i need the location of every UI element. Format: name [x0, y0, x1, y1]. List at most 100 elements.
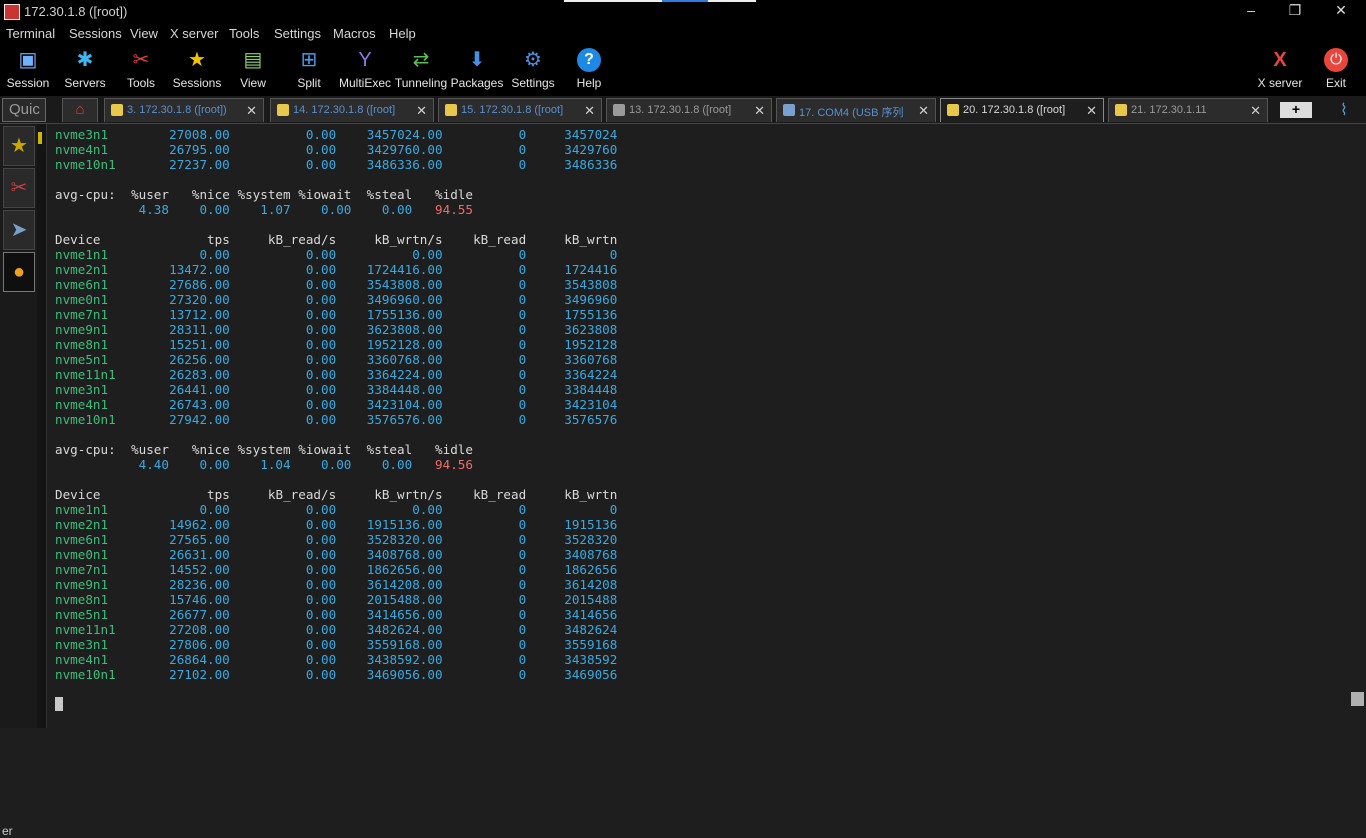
terminal-cell: 0.00 [305, 262, 337, 277]
sessions-button[interactable]: ★ Sessions [169, 44, 225, 96]
terminal-cell: nvme6n1 [55, 277, 109, 292]
sidebar-sessions-button[interactable]: ★ [3, 126, 35, 166]
terminal-cell: nvme5n1 [55, 607, 109, 622]
tab-close-button[interactable]: ✕ [1250, 103, 1261, 119]
terminal-cell: 0 [518, 667, 527, 682]
tab-session-20[interactable]: 20. 172.30.1.8 ([root] ✕ [940, 98, 1104, 122]
activity-progress-bar [564, 0, 756, 2]
tab-session-15[interactable]: 15. 172.30.1.8 ([root] ✕ [438, 98, 602, 122]
device-stat-row: nvme11n1 27208.00 0.00 3482624.00 0 3482624 [55, 622, 617, 637]
terminal-tab-icon [613, 104, 625, 116]
tunneling-icon: ⇄ [412, 49, 430, 71]
terminal-cell: 3559168 [564, 637, 618, 652]
tab-label: 14. 172.30.1.8 ([root] [293, 104, 396, 116]
tunneling-button[interactable]: ⇄ Tunneling [393, 44, 449, 96]
terminal-cell: %idle [435, 442, 473, 457]
tab-close-button[interactable]: ✕ [246, 103, 257, 119]
terminal-cell: kB_read [473, 487, 527, 502]
new-tab-button[interactable]: + [1280, 102, 1312, 118]
device-stat-row: nvme5n1 26256.00 0.00 3360768.00 0 3360768 [55, 352, 617, 367]
quick-connect-input[interactable]: Quic [2, 98, 46, 122]
terminal-cell: 3384448.00 [366, 382, 443, 397]
terminal-cell: nvme9n1 [55, 577, 109, 592]
xserver-button[interactable]: X X server [1252, 44, 1308, 96]
menu-view[interactable]: View [130, 26, 158, 41]
terminal-cell: 0 [518, 397, 527, 412]
menu-settings[interactable]: Settings [274, 26, 321, 41]
terminal-cell: 0.00 [381, 457, 413, 472]
tools-button[interactable]: ✂ Tools [113, 44, 169, 96]
terminal-cell: nvme3n1 [55, 382, 109, 397]
vertical-scrollbar[interactable] [1350, 124, 1366, 728]
device-stat-row: nvme9n1 28236.00 0.00 3614208.00 0 3614208 [55, 577, 617, 592]
terminal-cell: 0 [518, 292, 527, 307]
terminal-cell: 27320.00 [169, 292, 230, 307]
terminal-cell: 0.00 [305, 127, 337, 142]
view-button[interactable]: ▤ View [225, 44, 281, 96]
terminal-output[interactable]: nvme3n1 27008.00 0.00 3457024.00 0 3457024 nvm… [48, 124, 1348, 728]
terminal-cell: %steal [366, 187, 413, 202]
tab-close-button[interactable]: ✕ [918, 103, 929, 119]
terminal-cell: nvme2n1 [55, 517, 109, 532]
terminal-cell: nvme10n1 [55, 412, 116, 427]
close-window-button[interactable]: ✕ [1326, 2, 1356, 22]
menu-xserver[interactable]: X server [170, 26, 218, 41]
terminal-cell: 0.00 [305, 622, 337, 637]
terminal-cell: 0 [518, 592, 527, 607]
device-stat-row: nvme3n1 27008.00 0.00 3457024.00 0 3457024 [55, 127, 617, 142]
tab-close-button[interactable]: ✕ [1086, 103, 1097, 119]
terminal-cell: 0.00 [412, 247, 443, 262]
scrollbar-thumb[interactable] [1351, 692, 1364, 706]
terminal-cell: nvme1n1 [55, 247, 109, 262]
session-button[interactable]: ▣ Session [0, 44, 56, 96]
menu-terminal[interactable]: Terminal [6, 26, 55, 41]
tab-session-21[interactable]: 21. 172.30.1.11 ✕ [1108, 98, 1268, 122]
terminal-cell: nvme11n1 [55, 367, 116, 382]
menu-help[interactable]: Help [389, 26, 416, 41]
terminal-cell: 27008.00 [169, 127, 230, 142]
tab-close-button[interactable]: ✕ [416, 103, 427, 119]
split-icon: ⊞ [300, 49, 318, 71]
tab-close-button[interactable]: ✕ [754, 103, 765, 119]
terminal-cell: 0.00 [305, 367, 337, 382]
multiexec-button[interactable]: Y MultiExec [337, 44, 393, 96]
terminal-cell: 0 [518, 637, 527, 652]
terminal-cell: 3623808 [564, 322, 618, 337]
cpu-values-row: 4.38 0.00 1.07 0.00 0.00 94.55 [55, 202, 473, 217]
terminal-cell: kB_read/s [267, 487, 337, 502]
terminal-cell: 4.38 [138, 202, 169, 217]
split-button[interactable]: ⊞ Split [281, 44, 337, 96]
tab-close-button[interactable]: ✕ [584, 103, 595, 119]
menu-tools[interactable]: Tools [229, 26, 259, 41]
terminal-cell: 0 [518, 322, 527, 337]
terminal-cell: 15746.00 [169, 592, 230, 607]
terminal-cell: kB_wrtn/s [374, 487, 443, 502]
sidebar-send-button[interactable]: ➤ [3, 210, 35, 250]
tab-session-17[interactable]: 17. COM4 (USB 序列 ✕ [776, 98, 936, 122]
home-tab[interactable]: ⌂ [62, 98, 98, 122]
sidebar-tools-button[interactable]: ✂ [3, 168, 35, 208]
tab-session-14[interactable]: 14. 172.30.1.8 ([root] ✕ [270, 98, 434, 122]
paperclip-icon[interactable]: ⌇ [1340, 100, 1348, 120]
terminal-cell: 0 [609, 247, 618, 262]
minimize-button[interactable]: – [1236, 2, 1266, 22]
terminal-cell: 1724416.00 [366, 262, 443, 277]
terminal-cell: 3614208 [564, 577, 618, 592]
terminal-cell: kB_read/s [267, 232, 337, 247]
restore-button[interactable]: ❐ [1280, 2, 1310, 22]
terminal-cell: %system [237, 442, 291, 457]
sidebar-macros-button[interactable]: ● [3, 252, 35, 292]
settings-button[interactable]: ⚙ Settings [505, 44, 561, 96]
star-icon: ★ [188, 49, 206, 71]
exit-button[interactable]: ⏻ Exit [1308, 44, 1364, 96]
packages-button[interactable]: ⬇ Packages [449, 44, 505, 96]
terminal-cell: 0 [518, 622, 527, 637]
servers-button[interactable]: ✱ Servers [57, 44, 113, 96]
help-button[interactable]: ? Help [561, 44, 617, 96]
menu-sessions[interactable]: Sessions [69, 26, 122, 41]
menu-macros[interactable]: Macros [333, 26, 376, 41]
terminal-cell: 3482624 [564, 622, 618, 637]
tab-session-13[interactable]: 13. 172.30.1.8 ([root] ✕ [606, 98, 772, 122]
sidebar-splitter[interactable] [37, 124, 47, 728]
tab-session-3[interactable]: 3. 172.30.1.8 ([root]) ✕ [104, 98, 264, 122]
